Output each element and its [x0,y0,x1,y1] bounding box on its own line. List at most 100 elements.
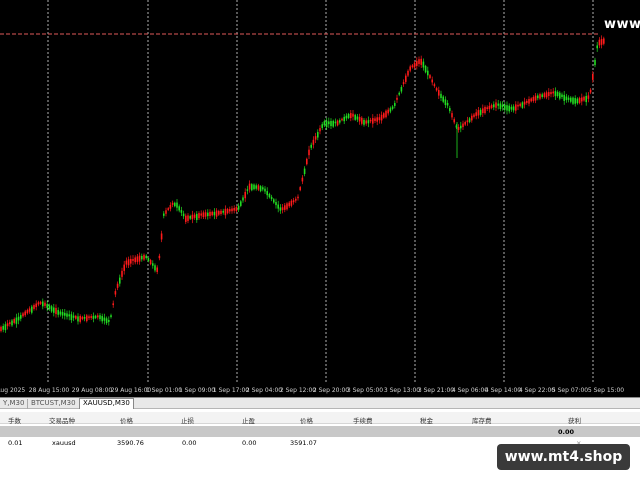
candle-body [83,316,86,319]
candle-body [288,202,290,207]
candle-body [94,315,97,319]
candle-body [343,116,345,122]
tab-xauusd-m30[interactable]: XAUUSD,M30 [79,398,134,409]
candle-body [369,119,372,122]
x-axis-label: 1 Sep 17:00 [212,387,250,394]
candle-body [556,91,559,97]
candle-body [262,187,264,190]
candle-body [506,105,508,111]
candle-body [596,45,598,49]
candle-body [490,104,493,108]
candle-body [103,317,106,321]
candle-body [523,101,526,105]
candle-body [224,208,227,216]
candle-body [13,318,15,323]
candle-body [422,61,425,68]
candle-body [31,306,33,313]
candle-body [376,117,378,122]
candle-body [600,39,603,45]
col-lots[interactable]: 手数 [8,415,21,425]
candle-body [543,93,546,97]
candle-body [209,211,211,216]
candle-body [79,316,81,322]
candle-body [499,103,502,109]
candle-body [416,60,418,66]
candle-body [200,213,202,216]
candle-body [108,320,110,322]
candle-body [365,120,367,124]
candle-body [519,103,521,107]
candle-body [6,323,9,327]
candle-body [42,301,44,307]
candle-body [570,97,572,102]
col-tax[interactable]: 税金 [420,415,433,425]
candle-body [378,117,381,121]
candle-body [242,197,244,201]
candle-body [526,100,528,103]
candle-body [171,202,174,205]
candle-body [552,91,554,94]
candlestick-chart[interactable] [0,0,640,397]
col-swap[interactable]: 库存费 [472,415,492,425]
col-current-price[interactable]: 价格 [300,415,313,425]
candle-body [380,114,383,121]
candle-body [358,117,361,122]
candle-body [273,199,275,203]
candle-body [154,265,156,271]
candle-body [189,216,191,219]
candle-body [587,95,590,99]
x-axis-label: 4 Sep 22:00 [518,387,556,394]
tab-btcust-m30[interactable]: BTCUST,M30 [28,399,80,409]
candle-body [255,185,257,189]
candle-body [400,87,403,92]
candle-body [35,303,37,308]
tab-y-m30[interactable]: Y,M30 [0,399,29,409]
candle-body [521,102,524,108]
candle-body [411,65,414,68]
candle-body [314,136,317,140]
candle-body [508,105,510,112]
candle-body [156,267,158,272]
candle-body [592,73,594,80]
candle-body [119,277,121,284]
col-price[interactable]: 价格 [120,415,133,425]
watermark-badge: www.mt4.shop [497,444,630,470]
col-sl[interactable]: 止损 [181,415,194,425]
candle-body [367,120,370,124]
chart-tabs-bar: Y,M30 BTCUST,M30 XAUUSD,M30 [0,397,640,409]
x-axis-label: 5 Sep 07:00 [551,387,589,394]
candle-body [453,119,455,123]
col-tp[interactable]: 止盈 [242,415,255,425]
row-open-price: 3590.76 [117,439,144,447]
candle-body [176,202,178,208]
candle-body [149,260,152,265]
price-chart[interactable]: www. 28 Aug 202528 Aug 15:0029 Aug 08:00… [0,0,640,397]
candle-body [598,39,601,46]
col-symbol[interactable]: 交易品种 [49,415,75,425]
candle-body [248,183,251,190]
candle-body [550,92,552,95]
candle-body [541,94,543,97]
candle-body [286,203,288,210]
candle-body [372,118,374,124]
candle-body [253,184,255,190]
x-axis-label: 3 Sep 05:00 [346,387,384,394]
candle-body [152,263,154,266]
summary-profit: 0.00 [558,428,575,436]
candle-body [581,97,583,102]
col-profit[interactable]: 获利 [568,415,581,425]
candle-body [451,113,453,118]
candle-body [438,90,440,96]
table-header: 手数 交易品种 价格 止损 止盈 价格 手续费 税金 库存费 获利 [0,412,640,425]
x-axis-label: 3 Sep 21:00 [417,387,455,394]
candle-body [497,103,499,106]
watermark-text-top: www. [604,17,640,32]
candle-body [303,168,306,175]
candle-body [251,184,253,191]
col-commission[interactable]: 手续费 [353,415,373,425]
candle-body [405,75,407,82]
candle-body [72,315,75,318]
candle-body [418,59,420,64]
x-axis-label: 4 Sep 14:00 [484,387,522,394]
candle-body [178,206,180,211]
